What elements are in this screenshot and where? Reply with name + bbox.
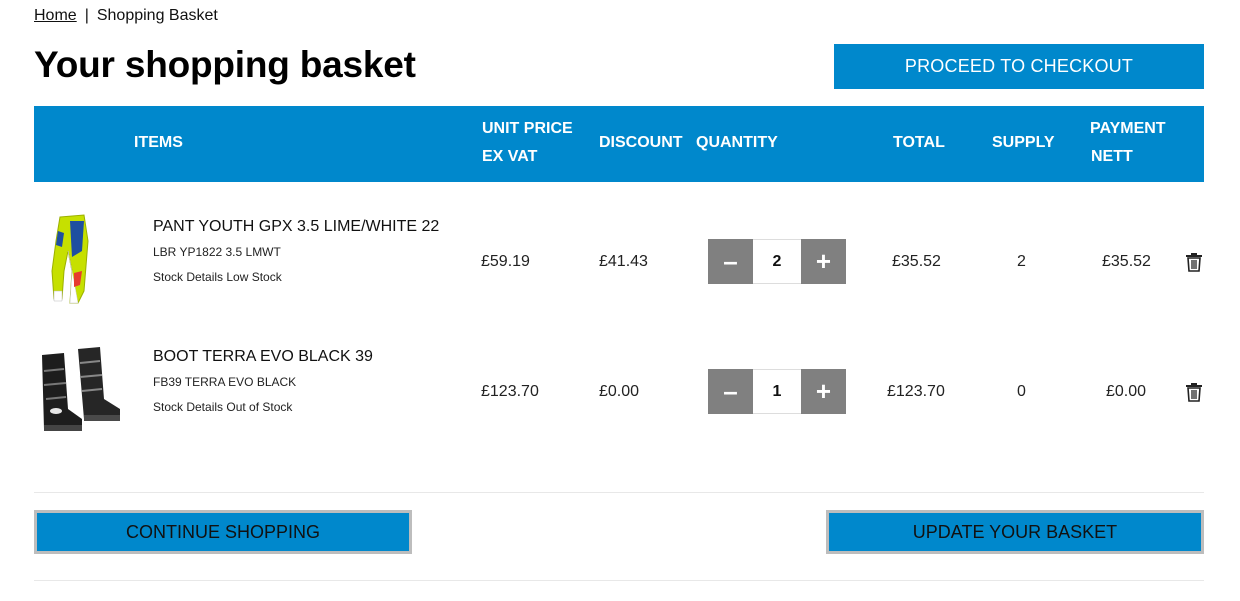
divider bbox=[34, 580, 1204, 581]
header-items: ITEMS bbox=[134, 134, 183, 151]
divider bbox=[34, 492, 1204, 493]
product-code: FB39 TERRA EVO BLACK bbox=[153, 375, 297, 389]
page-title: Your shopping basket bbox=[34, 44, 416, 85]
breadcrumb-home-link[interactable]: Home bbox=[34, 7, 77, 24]
quantity-field[interactable]: 1 bbox=[753, 369, 801, 414]
table-row: PANT YOUTH GPX 3.5 LIME/WHITE 22 LBR YP1… bbox=[34, 211, 1204, 341]
discount: £41.43 bbox=[599, 253, 648, 270]
unit-price: £123.70 bbox=[481, 383, 539, 400]
product-name[interactable]: BOOT TERRA EVO BLACK 39 bbox=[153, 348, 373, 366]
header-payment-line1: PAYMENT bbox=[1090, 120, 1166, 137]
breadcrumb-current: Shopping Basket bbox=[96, 7, 218, 24]
header-quantity: QUANTITY bbox=[696, 134, 778, 151]
header-discount: DISCOUNT bbox=[599, 134, 683, 151]
trash-icon[interactable] bbox=[1185, 382, 1203, 402]
supply-count: 0 bbox=[1017, 383, 1026, 400]
product-name[interactable]: PANT YOUTH GPX 3.5 LIME/WHITE 22 bbox=[153, 218, 439, 236]
proceed-to-checkout-button[interactable]: PROCEED TO CHECKOUT bbox=[834, 44, 1204, 89]
increase-quantity-button[interactable]: + bbox=[801, 239, 846, 284]
stock-details: Stock Details Low Stock bbox=[153, 270, 282, 284]
basket-table-header: ITEMS UNIT PRICE EX VAT DISCOUNT QUANTIT… bbox=[34, 106, 1204, 182]
line-total: £123.70 bbox=[887, 383, 945, 400]
quantity-field[interactable]: 2 bbox=[753, 239, 801, 284]
payment-nett: £0.00 bbox=[1106, 383, 1147, 400]
decrease-quantity-button[interactable]: – bbox=[708, 369, 753, 414]
header-payment-nett: PAYMENT NETT bbox=[1090, 115, 1166, 171]
increase-quantity-button[interactable]: + bbox=[801, 369, 846, 414]
unit-price: £59.19 bbox=[481, 253, 530, 270]
header-payment-line2: NETT bbox=[1091, 148, 1133, 165]
quantity-stepper: – 1 + bbox=[708, 369, 846, 414]
breadcrumb: Home | Shopping Basket bbox=[34, 7, 218, 25]
header-total: TOTAL bbox=[893, 134, 945, 151]
continue-shopping-button[interactable]: CONTINUE SHOPPING bbox=[34, 510, 412, 554]
table-row: BOOT TERRA EVO BLACK 39 FB39 TERRA EVO B… bbox=[34, 341, 1204, 471]
payment-nett: £35.52 bbox=[1102, 253, 1151, 270]
header-unit-price: UNIT PRICE EX VAT bbox=[482, 115, 573, 171]
update-basket-button[interactable]: UPDATE YOUR BASKET bbox=[826, 510, 1204, 554]
supply-count: 2 bbox=[1017, 253, 1026, 270]
decrease-quantity-button[interactable]: – bbox=[708, 239, 753, 284]
product-code: LBR YP1822 3.5 LMWT bbox=[153, 245, 281, 259]
product-image-boots[interactable] bbox=[34, 341, 124, 441]
line-total: £35.52 bbox=[892, 253, 941, 270]
header-supply: SUPPLY bbox=[992, 134, 1055, 151]
header-unit-price-line2: EX VAT bbox=[482, 148, 538, 165]
header-unit-price-line1: UNIT PRICE bbox=[482, 120, 573, 137]
breadcrumb-separator: | bbox=[84, 7, 89, 24]
quantity-stepper: – 2 + bbox=[708, 239, 846, 284]
stock-details: Stock Details Out of Stock bbox=[153, 400, 293, 414]
trash-icon[interactable] bbox=[1185, 252, 1203, 272]
product-image-pants[interactable] bbox=[34, 211, 124, 311]
discount: £0.00 bbox=[599, 383, 640, 400]
